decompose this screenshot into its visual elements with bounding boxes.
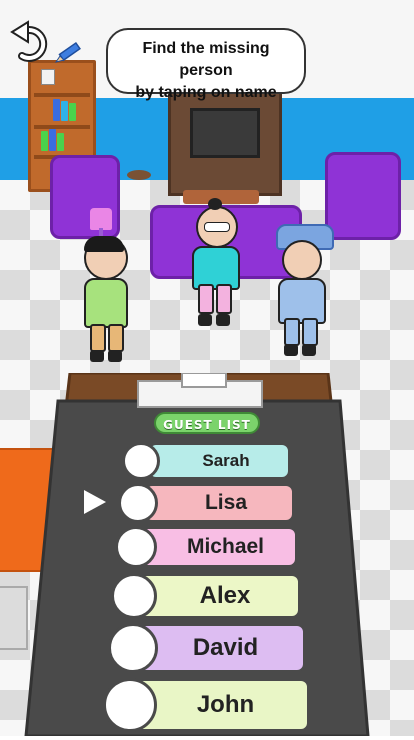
- guest-name-label[interactable]: Sarah: [148, 443, 290, 479]
- character-head: [196, 198, 238, 248]
- guest-name-sarah[interactable]: Sarah: [122, 442, 290, 480]
- stool: [127, 170, 151, 180]
- guest-name-john[interactable]: John: [103, 678, 309, 732]
- book-row: [37, 129, 93, 155]
- guest-name-label[interactable]: Lisa: [144, 484, 294, 522]
- character-body: [84, 278, 128, 328]
- guest-name-alex[interactable]: Alex: [111, 573, 300, 619]
- guest-name-david[interactable]: David: [108, 623, 305, 673]
- instruction-bubble: Find the missing person by taping on nam…: [106, 28, 306, 101]
- instruction-line-1: Find the missing person: [142, 40, 270, 79]
- shelf: [34, 93, 90, 97]
- book-row: [37, 99, 93, 125]
- guest-name-lisa[interactable]: Lisa: [118, 483, 294, 523]
- pointer-arrow-icon: [84, 490, 106, 514]
- guest-name-label[interactable]: Michael: [140, 527, 297, 567]
- guest-name-michael[interactable]: Michael: [115, 526, 297, 568]
- character-blue-suit[interactable]: [272, 222, 336, 362]
- character-body: [278, 278, 326, 324]
- character-head: [282, 240, 322, 280]
- lamp-shade: [90, 208, 112, 230]
- name-circle: [118, 483, 158, 523]
- instruction-line-2: by taping on name: [135, 84, 277, 101]
- name-circle: [122, 442, 160, 480]
- guest-list-title: GUEST LIST: [154, 412, 260, 434]
- pencil-icon[interactable]: [54, 38, 86, 66]
- name-circle: [115, 526, 157, 568]
- character-green-shirt[interactable]: [80, 236, 140, 366]
- guest-name-label[interactable]: Alex: [136, 574, 300, 618]
- sofa-right: [325, 152, 401, 240]
- name-circle: [108, 623, 158, 673]
- undo-icon[interactable]: [8, 20, 56, 68]
- vase: [41, 69, 55, 85]
- name-circle: [103, 678, 157, 732]
- character-head: [84, 236, 128, 280]
- name-circle: [111, 573, 157, 619]
- tv-screen: [190, 108, 260, 158]
- character-cyan-shirt[interactable]: [188, 198, 248, 330]
